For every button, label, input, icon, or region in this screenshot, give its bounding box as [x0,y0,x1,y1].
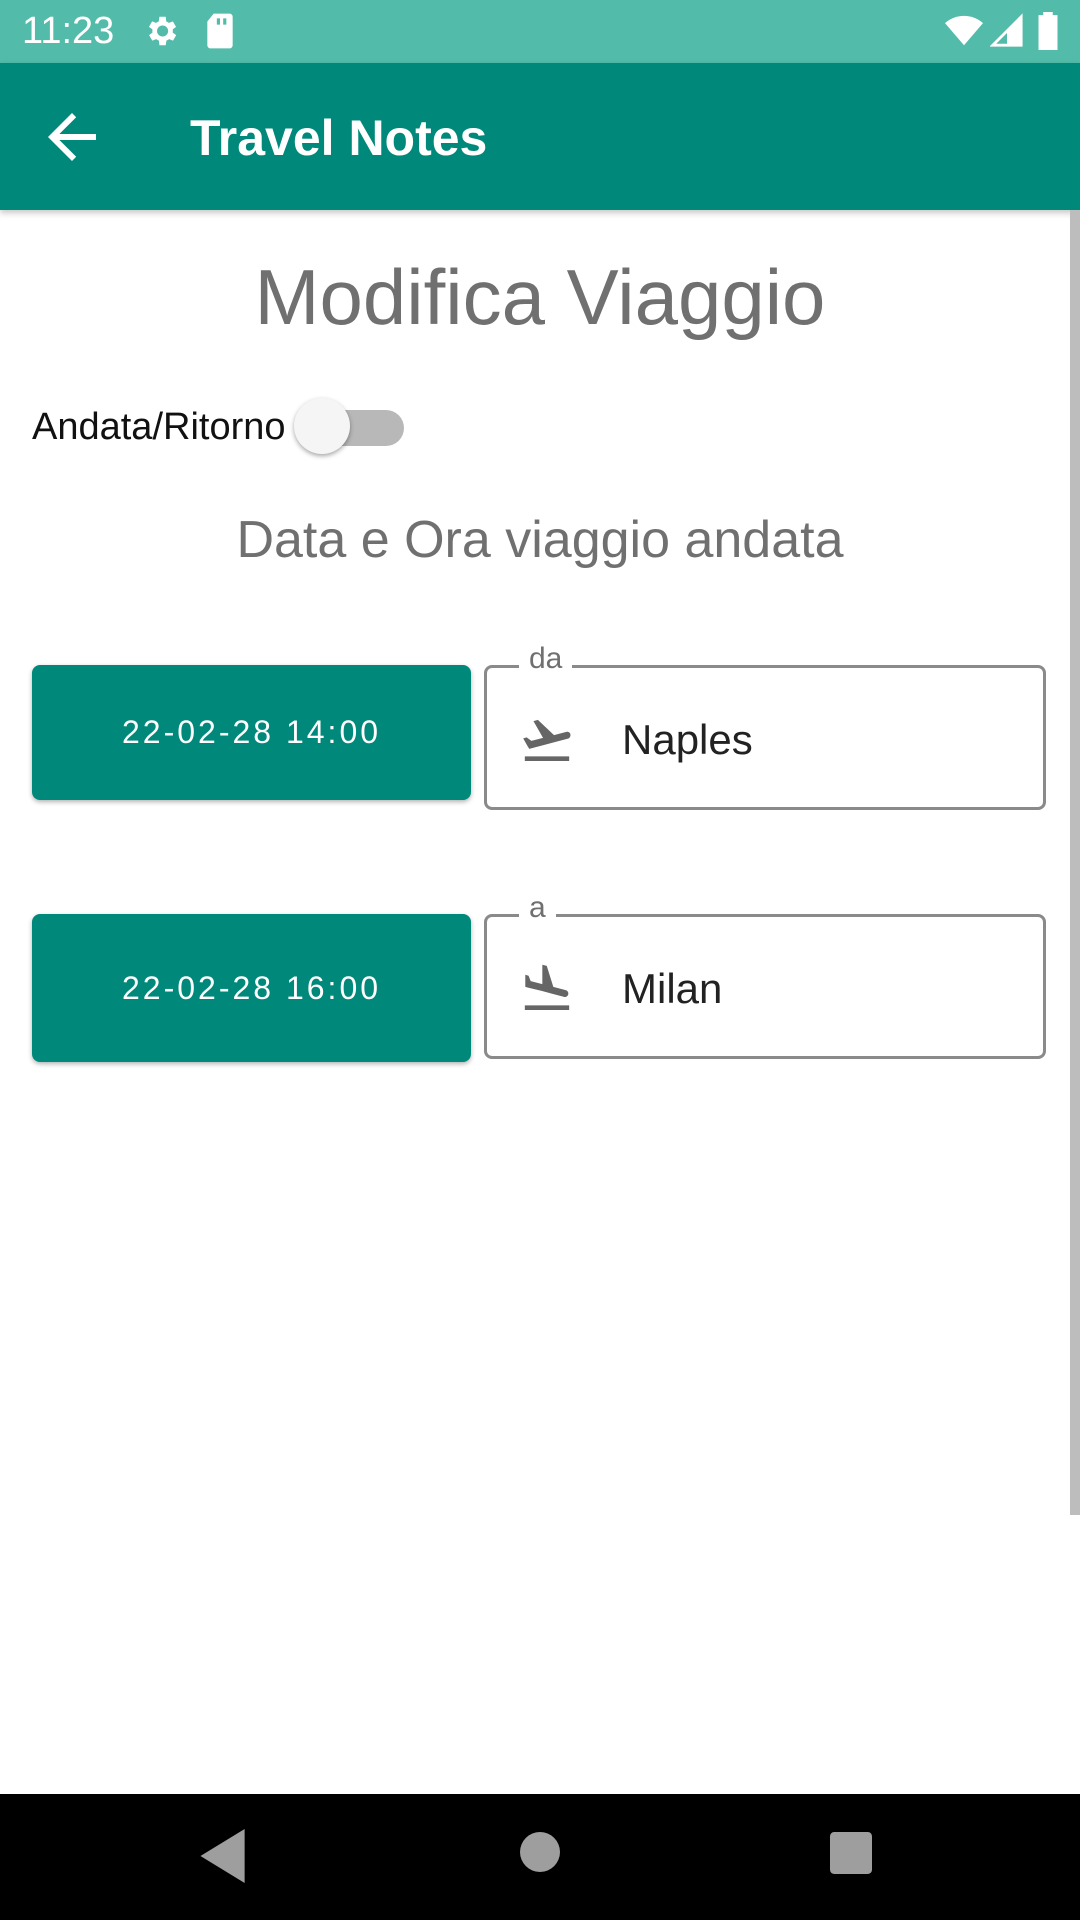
departure-datetime-button[interactable]: 22-02-28 14:00 [32,665,471,800]
flight-land-icon [519,961,575,1017]
arrow-back-icon[interactable] [36,101,108,173]
status-bar: 11:23 [0,0,1080,63]
sd-card-icon [204,12,236,55]
battery-icon [1036,12,1060,55]
nav-back-icon[interactable] [200,1829,250,1888]
switch-thumb [294,398,350,454]
signal-icon [989,12,1024,55]
departure-city-input[interactable]: Naples [622,716,753,764]
settings-icon [142,12,180,55]
departure-field[interactable]: da Naples [484,642,1046,810]
arrival-datetime-button[interactable]: 22-02-28 16:00 [32,914,471,1062]
flight-takeoff-icon [519,712,575,768]
app-title: Travel Notes [190,110,488,166]
wifi-icon [944,12,984,55]
nav-recents-icon[interactable] [830,1832,872,1879]
arrival-field-label: a [519,891,556,925]
arrival-field[interactable]: a Milan [484,891,1046,1059]
system-nav-bar [0,1794,1080,1920]
app-bar: Travel Notes [0,63,1080,210]
round-trip-label: Andata/Ritorno [32,406,286,448]
scrollbar[interactable] [1070,210,1080,1515]
departure-field-label: da [519,642,573,676]
status-time: 11:23 [22,10,115,52]
nav-home-icon[interactable] [520,1832,560,1877]
page-title: Modifica Viaggio [254,253,826,341]
section-heading: Data e Ora viaggio andata [236,511,844,569]
arrival-city-input[interactable]: Milan [622,965,722,1013]
